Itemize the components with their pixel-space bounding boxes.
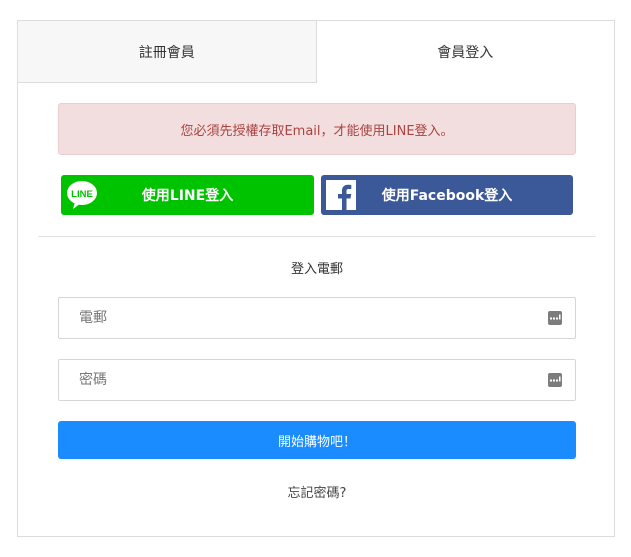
divider <box>38 236 596 237</box>
keyboard-icon[interactable] <box>548 372 562 391</box>
line-login-button[interactable]: LINE 使用LINE登入 <box>61 175 314 215</box>
facebook-logo-icon <box>326 180 356 214</box>
submit-button[interactable]: 開始購物吧！ <box>58 421 576 459</box>
tab-register[interactable]: 註冊會員 <box>18 21 317 83</box>
password-input[interactable] <box>59 360 539 400</box>
keyboard-icon[interactable] <box>548 310 562 329</box>
section-title: 登入電郵 <box>290 262 343 277</box>
login-panel: 註冊會員 會員登入 您必須先授權存取Email，才能使用LINE登入。 LINE… <box>17 20 615 537</box>
line-login-label: 使用LINE登入 <box>141 188 234 204</box>
email-input[interactable] <box>59 298 539 338</box>
tab-login[interactable]: 會員登入 <box>316 21 614 83</box>
email-field <box>58 297 576 339</box>
line-logo-text: LINE <box>71 189 93 200</box>
submit-label: 開始購物吧！ <box>277 434 356 450</box>
line-logo-icon: LINE <box>66 180 98 214</box>
facebook-login-label: 使用Facebook登入 <box>381 188 513 204</box>
alert-message: 您必須先授權存取Email，才能使用LINE登入。 <box>58 103 576 155</box>
password-field <box>58 359 576 401</box>
tab-bar: 註冊會員 會員登入 <box>18 21 614 83</box>
alert-text: 您必須先授權存取Email，才能使用LINE登入。 <box>180 123 454 139</box>
facebook-login-button[interactable]: 使用Facebook登入 <box>321 175 573 215</box>
forgot-password-link[interactable]: 忘記密碼? <box>18 482 616 501</box>
